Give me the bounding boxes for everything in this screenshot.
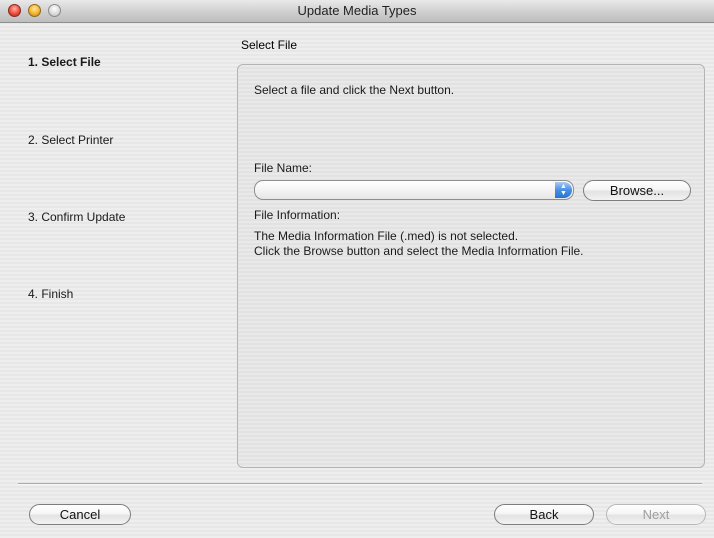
file-information-line-2: Click the Browse button and select the M… (254, 244, 584, 258)
panel-title: Select File (241, 38, 298, 52)
next-button[interactable]: Next (606, 504, 706, 525)
footer-divider (18, 483, 702, 485)
window-title: Update Media Types (297, 3, 417, 18)
select-file-group-box (237, 64, 705, 468)
cancel-button[interactable]: Cancel (29, 504, 131, 525)
file-information-line-1: The Media Information File (.med) is not… (254, 229, 519, 243)
title-bar[interactable]: Update Media Types (0, 0, 714, 23)
file-information-label: File Information: (254, 208, 341, 222)
step-confirm-update: 3. Confirm Update (28, 210, 126, 224)
step-select-file: 1. Select File (28, 55, 101, 69)
step-select-printer: 2. Select Printer (28, 133, 114, 147)
combobox-arrows-icon[interactable]: ▲ ▼ (555, 182, 572, 198)
file-name-combobox[interactable]: ▲ ▼ (254, 180, 574, 200)
update-media-types-window: Update Media Types 1. Select File 2. Sel… (0, 0, 714, 538)
browse-button[interactable]: Browse... (583, 180, 691, 201)
step-finish: 4. Finish (28, 287, 74, 301)
file-name-label: File Name: (254, 161, 313, 175)
instruction-text: Select a file and click the Next button. (254, 83, 455, 97)
back-button[interactable]: Back (494, 504, 594, 525)
